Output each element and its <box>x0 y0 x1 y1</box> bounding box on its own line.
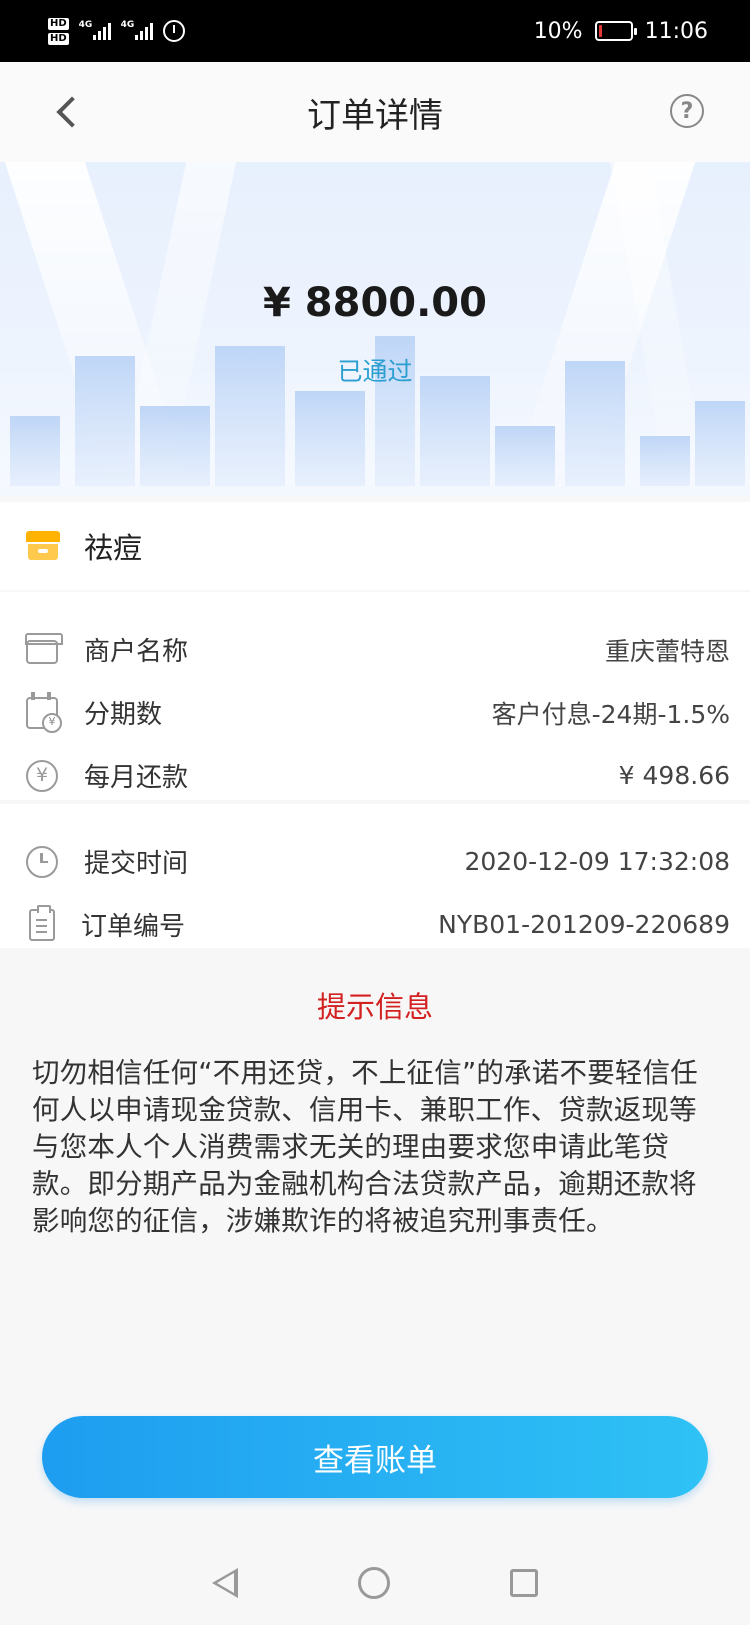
system-navigation-bar <box>0 1540 750 1625</box>
system-back-icon[interactable] <box>212 1567 238 1598</box>
detail-row-order-number: 订单编号 NYB01-201209-220689 <box>0 893 750 956</box>
status-left: HD HD 4G 4G <box>48 17 185 45</box>
hd-badge-2: HD <box>48 32 69 45</box>
order-details: 提交时间 2020-12-09 17:32:08 订单编号 NYB01-2012… <box>0 804 750 948</box>
detail-value: 客户付息-24期-1.5% <box>491 699 730 729</box>
list-icon <box>29 904 55 941</box>
system-home-icon[interactable] <box>358 1566 390 1599</box>
detail-row-monthly-payment: ¥ 每月还款 ¥ 498.66 <box>0 744 750 807</box>
product-row: 祛痘 <box>0 502 750 590</box>
battery-fill <box>598 25 602 37</box>
merchant-icon <box>25 632 63 664</box>
battery-icon <box>594 21 637 41</box>
yen-icon: ¥ <box>26 759 58 792</box>
detail-value: ¥ 498.66 <box>618 761 730 790</box>
detail-row-submit-time: 提交时间 2020-12-09 17:32:08 <box>0 830 750 893</box>
view-bill-button[interactable]: 查看账单 <box>42 1416 708 1498</box>
detail-value: NYB01-201209-220689 <box>438 910 730 939</box>
back-arrow-icon[interactable] <box>48 92 88 132</box>
detail-label: 分期数 <box>84 700 163 730</box>
order-amount: ¥ 8800.00 <box>263 280 487 326</box>
detail-label: 订单编号 <box>81 912 186 942</box>
detail-value: 重庆蕾特恩 <box>604 636 730 666</box>
detail-label: 商户名称 <box>84 637 189 667</box>
hd-badge-1: HD <box>48 17 69 30</box>
order-banner: ¥ 8800.00 已通过 <box>0 162 750 496</box>
tips-title: 提示信息 <box>316 990 433 1024</box>
hd-indicators: HD HD <box>48 17 69 45</box>
nav-bar: 订单详情 ? <box>0 62 750 162</box>
order-status: 已通过 <box>337 357 413 386</box>
clock-icon <box>26 845 58 878</box>
detail-label: 提交时间 <box>84 849 189 879</box>
help-icon[interactable]: ? <box>670 94 704 128</box>
page-title: 订单详情 <box>307 95 443 136</box>
detail-value: 2020-12-09 17:32:08 <box>464 847 730 876</box>
detail-row-installments: 分期数 客户付息-24期-1.5% <box>0 681 750 744</box>
status-right: 10% 11:06 <box>534 19 708 44</box>
status-bar: HD HD 4G 4G 10% 11:06 <box>0 0 750 62</box>
detail-row-merchant: 商户名称 重庆蕾特恩 <box>0 618 750 681</box>
clock-time: 11:06 <box>644 18 708 44</box>
loan-details: 商户名称 重庆蕾特恩 分期数 客户付息-24期-1.5% ¥ 每月还款 ¥ 49… <box>0 592 750 800</box>
calendar-icon <box>26 691 62 733</box>
detail-label: 每月还款 <box>84 763 189 793</box>
product-name: 祛痘 <box>84 531 143 565</box>
store-icon <box>26 531 60 561</box>
system-recents-icon[interactable] <box>510 1568 538 1597</box>
tips-body: 切勿相信任何“不用还贷，不上征信”的承诺不要轻信任何人以申请现金贷款、信用卡、兼… <box>32 1057 698 1237</box>
alarm-icon <box>162 20 185 42</box>
signal-icon-2: 4G <box>121 20 153 40</box>
signal-icon-1: 4G <box>79 20 111 40</box>
city-skyline-illustration <box>0 336 750 496</box>
battery-percent: 10% <box>533 18 583 44</box>
